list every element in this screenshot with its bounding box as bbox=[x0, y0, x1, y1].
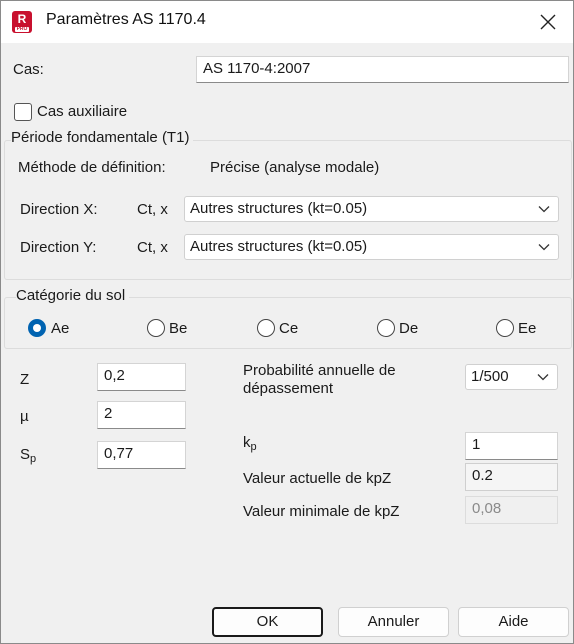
radio-ae-label: Ae bbox=[51, 320, 70, 337]
app-icon-pro: PRO bbox=[15, 26, 29, 32]
app-icon-letter: R bbox=[17, 12, 27, 26]
mu-label: µ bbox=[20, 408, 29, 425]
chevron-down-icon bbox=[538, 244, 550, 251]
cancel-button[interactable]: Annuler bbox=[338, 607, 449, 637]
radio-ae[interactable] bbox=[28, 319, 46, 337]
sol-legend: Catégorie du sol bbox=[16, 287, 130, 304]
dir-x-combo[interactable]: Autres structures (kt=0.05) bbox=[184, 196, 559, 222]
chevron-down-icon bbox=[537, 374, 549, 381]
radio-ce[interactable] bbox=[257, 319, 275, 337]
kp-field[interactable]: 1 bbox=[465, 432, 558, 460]
mu-field[interactable]: 2 bbox=[97, 401, 186, 429]
window-title: Paramètres AS 1170.4 bbox=[46, 11, 206, 28]
radio-be-label: Be bbox=[169, 320, 188, 337]
radio-de[interactable] bbox=[377, 319, 395, 337]
dir-x-label: Direction X: bbox=[20, 201, 98, 218]
kp-label: kp bbox=[243, 434, 257, 453]
proba-label-line2: dépassement bbox=[243, 380, 334, 397]
z-field[interactable]: 0,2 bbox=[97, 363, 186, 391]
aux-checkbox[interactable] bbox=[14, 103, 32, 121]
help-button[interactable]: Aide bbox=[458, 607, 569, 637]
chevron-down-icon bbox=[538, 206, 550, 213]
radio-de-label: De bbox=[399, 320, 419, 337]
z-label: Z bbox=[20, 371, 30, 388]
kpz-actual-label: Valeur actuelle de kpZ bbox=[243, 470, 392, 487]
periode-legend: Période fondamentale (T1) bbox=[11, 129, 194, 146]
title-bar: R PRO Paramètres AS 1170.4 bbox=[1, 1, 573, 43]
kp-label-sub: p bbox=[250, 441, 257, 453]
method-label: Méthode de définition: bbox=[18, 159, 166, 176]
dir-y-value: Autres structures (kt=0.05) bbox=[190, 238, 368, 255]
ok-button[interactable]: OK bbox=[212, 607, 323, 637]
dir-y-coef: Ct, x bbox=[137, 239, 168, 256]
radio-ee[interactable] bbox=[496, 319, 514, 337]
kpz-min-field: 0,08 bbox=[465, 496, 558, 524]
sp-label-main: S bbox=[20, 446, 31, 463]
sp-field[interactable]: 0,77 bbox=[97, 441, 186, 469]
aux-label: Cas auxiliaire bbox=[37, 103, 128, 120]
dir-x-coef: Ct, x bbox=[137, 201, 168, 218]
dir-y-label: Direction Y: bbox=[20, 239, 97, 256]
dir-y-combo[interactable]: Autres structures (kt=0.05) bbox=[184, 234, 559, 260]
proba-value: 1/500 bbox=[471, 368, 509, 385]
kpz-min-label: Valeur minimale de kpZ bbox=[243, 503, 400, 520]
proba-label-line1: Probabilité annuelle de bbox=[243, 362, 396, 379]
proba-combo[interactable]: 1/500 bbox=[465, 364, 558, 390]
cas-label: Cas: bbox=[13, 61, 44, 78]
cas-field[interactable]: AS 1170-4:2007 bbox=[196, 56, 569, 83]
radio-ee-label: Ee bbox=[518, 320, 537, 337]
app-icon: R PRO bbox=[12, 11, 32, 33]
sp-label-sub: p bbox=[30, 453, 37, 465]
dialog-window: R PRO Paramètres AS 1170.4 Cas: AS 1170-… bbox=[0, 0, 574, 644]
kpz-actual-field: 0.2 bbox=[465, 463, 558, 491]
radio-be[interactable] bbox=[147, 319, 165, 337]
dir-x-value: Autres structures (kt=0.05) bbox=[190, 200, 368, 217]
method-value: Précise (analyse modale) bbox=[210, 159, 380, 176]
sp-label: Sp bbox=[20, 446, 36, 465]
close-icon[interactable] bbox=[539, 13, 557, 31]
proba-label: Probabilité annuelle de dépassement bbox=[243, 362, 396, 398]
radio-ce-label: Ce bbox=[279, 320, 299, 337]
kp-label-main: k bbox=[243, 434, 251, 451]
